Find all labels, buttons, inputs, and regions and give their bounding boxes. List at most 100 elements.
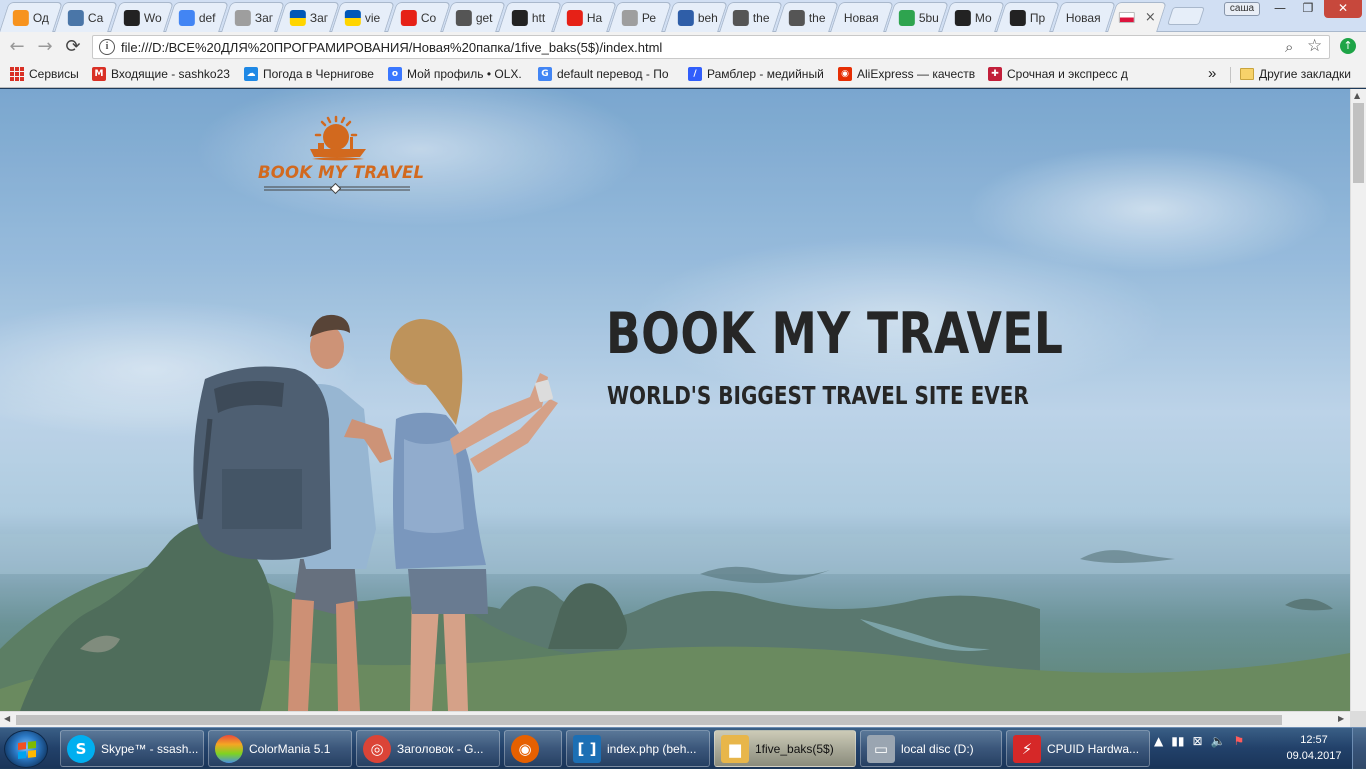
close-tab-icon[interactable]: ×	[1145, 10, 1156, 25]
k-logo-icon	[954, 9, 971, 26]
show-hidden-icons-icon[interactable]: ▲	[1154, 734, 1163, 748]
vertical-scrollbar[interactable]: ▲	[1350, 89, 1366, 711]
scroll-left-arrow-icon[interactable]: ◀	[4, 714, 10, 723]
tab-12[interactable]: Ре	[608, 2, 673, 32]
tab-title: def	[199, 10, 216, 25]
show-desktop-button[interactable]	[1352, 728, 1366, 769]
system-tray: ▲ ▮▮ ⊠ 🔈 ⚑	[1154, 734, 1244, 748]
zoom-icon[interactable]: ⌕	[1285, 38, 1293, 56]
taskbar-item[interactable]: ▆ 1five_baks(5$)	[714, 730, 856, 767]
tab-15[interactable]: the	[774, 2, 839, 32]
action-center-icon[interactable]: ⚑	[1233, 734, 1244, 748]
address-bar[interactable]: i file:///D:/ВСЕ%20ДЛЯ%20ПРОГРАМИРОВАНИЯ…	[92, 35, 1330, 59]
taskbar-item[interactable]: ◉	[504, 730, 562, 767]
tab-17[interactable]: 5bu	[885, 2, 950, 32]
bookmark-item[interactable]: M Входящие - sashko23	[92, 67, 240, 81]
taskbar-item[interactable]: ▭ local disc (D:)	[860, 730, 1002, 767]
bookmark-item[interactable]: Gdefault перевод - По	[538, 67, 678, 81]
tab-2[interactable]: Са	[54, 2, 119, 32]
taskbar-item-label: index.php (beh...	[607, 741, 697, 756]
odnoklassniki-icon	[12, 9, 29, 26]
bookmark-label: Сервисы	[29, 67, 79, 81]
google-icon	[179, 9, 196, 26]
other-bookmarks[interactable]: Другие закладки	[1240, 67, 1351, 81]
tab-title: htt	[531, 10, 545, 25]
network-signal-icon[interactable]: ▮▮	[1171, 734, 1184, 748]
ukraine-flag-icon	[345, 9, 362, 26]
taskbar-item[interactable]: S Skype™ - ssash...	[60, 730, 204, 767]
tab-20[interactable]: Новая	[1051, 2, 1116, 32]
start-button[interactable]	[4, 730, 48, 768]
folder-icon	[1240, 68, 1254, 80]
taskbar-item[interactable]: [ ] index.php (beh...	[566, 730, 710, 767]
minimize-button[interactable]: —	[1266, 0, 1294, 18]
github-icon	[123, 9, 140, 26]
new-tab-button[interactable]	[1167, 7, 1205, 25]
horizontal-scroll-thumb[interactable]	[16, 715, 1282, 725]
k-logo-icon	[1010, 9, 1027, 26]
site-logo[interactable]: BOOK MY TRAVEL	[258, 115, 424, 195]
back-button[interactable]: ←	[6, 36, 28, 58]
tab-11[interactable]: На	[553, 2, 617, 32]
tab-5[interactable]: Заг	[220, 2, 285, 32]
tab-4[interactable]: def	[165, 2, 230, 32]
reload-button[interactable]: ⟳	[62, 36, 84, 58]
bookmark-star-icon[interactable]: ☆	[1307, 36, 1322, 56]
tab-19[interactable]: Пр	[996, 2, 1061, 32]
tab-10[interactable]: htt	[497, 2, 562, 32]
bookmark-item[interactable]: ◉ AliExpress — качеств	[838, 67, 976, 81]
tab-1[interactable]: Од	[0, 2, 63, 32]
tab-title: Од	[32, 10, 49, 25]
scroll-up-arrow-icon[interactable]: ▲	[1354, 91, 1360, 100]
bookmarks-bar: Сервисы M Входящие - sashko23 ☁ Погода в Чер…	[0, 62, 1366, 88]
tab-title: 5bu	[919, 10, 940, 25]
taskbar-item[interactable]: ColorMania 5.1	[208, 730, 352, 767]
bookmark-item[interactable]: / Рамблер - медийный	[688, 67, 826, 81]
site-info-icon[interactable]: i	[99, 39, 115, 55]
bookmark-label: Мой профиль • OLX.	[407, 67, 522, 81]
volume-icon[interactable]: 🔈	[1211, 734, 1226, 748]
tab-9[interactable]: get	[442, 2, 507, 32]
document-icon	[234, 9, 251, 26]
address-url[interactable]: file:///D:/ВСЕ%20ДЛЯ%20ПРОГРАМИРОВАНИЯ/Н…	[121, 40, 662, 55]
tab-active[interactable]: ×	[1107, 2, 1167, 32]
tab-3[interactable]: Wo	[109, 2, 174, 32]
cpuid-icon: ⚡	[1013, 734, 1041, 763]
restore-button[interactable]: ❐	[1294, 0, 1322, 18]
taskbar-item[interactable]: ⚡ CPUID Hardwa...	[1006, 730, 1150, 767]
close-window-button[interactable]: ✕	[1324, 0, 1362, 18]
tab-strip: Од Са Wo def Заг Заг vie Со get htt На Ре beh the the Н…	[0, 0, 1366, 32]
scroll-right-arrow-icon[interactable]: ▶	[1338, 714, 1344, 723]
bookmark-label: Входящие - sashko23	[111, 67, 230, 81]
arrow-up-circle-icon[interactable]: ↑	[1340, 38, 1356, 54]
horizontal-scrollbar[interactable]: ◀ ▶	[0, 711, 1350, 727]
tab-content: Wo	[116, 3, 168, 32]
weather-icon: ☁	[244, 67, 258, 81]
tab-8[interactable]: Со	[386, 2, 451, 32]
olx-icon: o	[388, 67, 402, 81]
forward-button[interactable]: →	[34, 36, 56, 58]
tab-7[interactable]: vie	[331, 2, 396, 32]
clock[interactable]: 12:57 09.04.2017	[1282, 732, 1346, 764]
vk-icon	[68, 9, 85, 26]
bookmarks-overflow-button[interactable]: »	[1208, 65, 1216, 82]
bookmark-item[interactable]: o Мой профиль • OLX.	[388, 67, 530, 81]
tab-18[interactable]: Мо	[940, 2, 1005, 32]
tab-6[interactable]: Заг	[276, 2, 340, 32]
tab-content: Мо	[947, 3, 999, 32]
profile-button[interactable]: саша	[1224, 2, 1260, 16]
tab-title: the	[753, 10, 770, 25]
tab-14[interactable]: the	[719, 2, 784, 32]
browser-toolbar: ← → ⟳ i file:///D:/ВСЕ%20ДЛЯ%20ПРОГРАМИР…	[0, 32, 1366, 62]
device-icon[interactable]: ⊠	[1192, 734, 1202, 748]
taskbar-item[interactable]: ◎ Заголовок - G...	[356, 730, 500, 767]
vertical-scroll-thumb[interactable]	[1353, 103, 1364, 183]
bookmark-label: Погода в Чернигове	[263, 67, 374, 81]
bookmark-item[interactable]: Сервисы	[10, 67, 82, 81]
page-viewport: BOOK MY TRAVEL BOOK MY TRAVEL WORLD'S BI…	[0, 89, 1350, 711]
bookmark-item[interactable]: ☁ Погода в Чернигове	[244, 67, 380, 81]
tab-13[interactable]: beh	[663, 2, 728, 32]
tab-16[interactable]: Новая	[830, 2, 894, 32]
bookmark-item[interactable]: ✚ Срочная и экспресс д	[988, 67, 1138, 81]
tab-content: get	[448, 3, 500, 32]
